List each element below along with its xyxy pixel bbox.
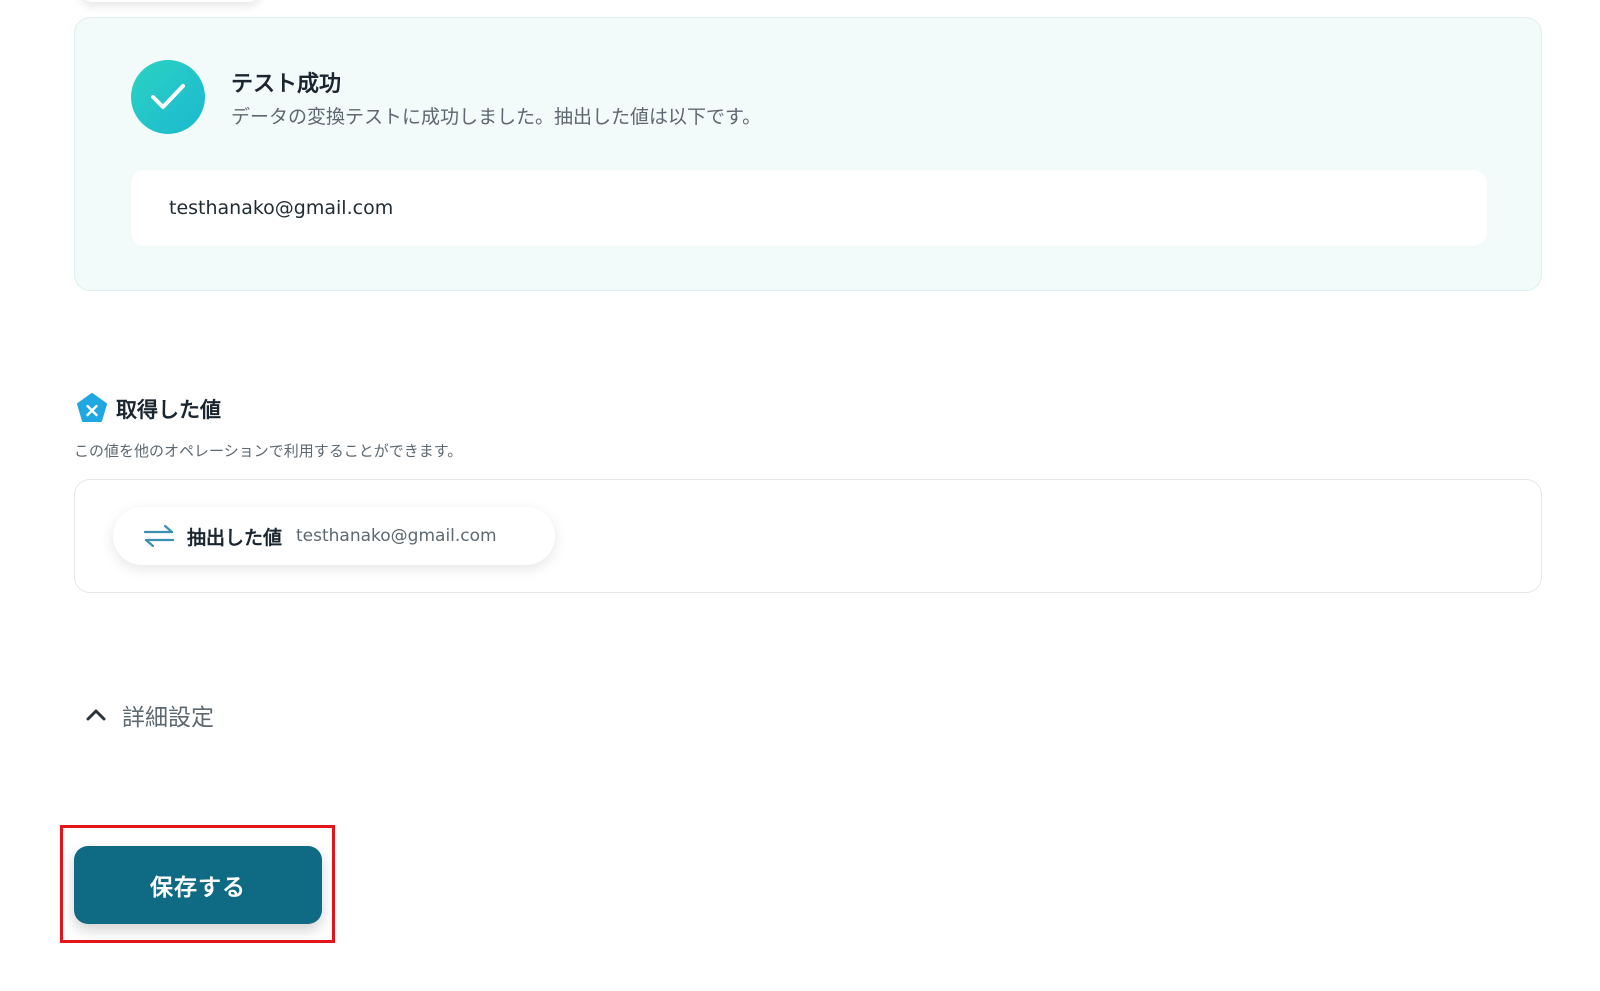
extracted-value-box: testhanako@gmail.com bbox=[131, 170, 1487, 246]
success-title: テスト成功 bbox=[231, 72, 342, 97]
extracted-value-text: testhanako@gmail.com bbox=[169, 197, 394, 219]
success-message: データの変換テストに成功しました。抽出した値は以下です。 bbox=[231, 106, 762, 128]
test-success-panel: テスト成功 データの変換テストに成功しました。抽出した値は以下です。 testh… bbox=[74, 17, 1542, 291]
acquired-values-header: 取得した値 bbox=[76, 393, 221, 425]
save-button[interactable]: 保存する bbox=[74, 846, 322, 924]
swap-arrows-icon bbox=[143, 524, 175, 548]
checkmark-icon bbox=[151, 84, 185, 109]
acquired-values-description: この値を他のオペレーションで利用することができます。 bbox=[74, 442, 463, 460]
x-badge-icon bbox=[77, 393, 107, 422]
value-chip-label: 抽出した値 bbox=[187, 526, 283, 549]
chevron-up-icon bbox=[86, 709, 106, 721]
advanced-settings-label: 詳細設定 bbox=[122, 705, 214, 731]
check-circle-icon bbox=[131, 60, 205, 134]
acquired-values-box: 抽出した値 testhanako@gmail.com bbox=[74, 479, 1542, 593]
advanced-settings-toggle[interactable]: 詳細設定 bbox=[84, 698, 214, 732]
value-chip[interactable]: 抽出した値 testhanako@gmail.com bbox=[113, 507, 555, 565]
previous-tab-shadow bbox=[80, 0, 260, 2]
value-chip-value: testhanako@gmail.com bbox=[296, 526, 497, 546]
acquired-values-title: 取得した値 bbox=[116, 398, 221, 422]
